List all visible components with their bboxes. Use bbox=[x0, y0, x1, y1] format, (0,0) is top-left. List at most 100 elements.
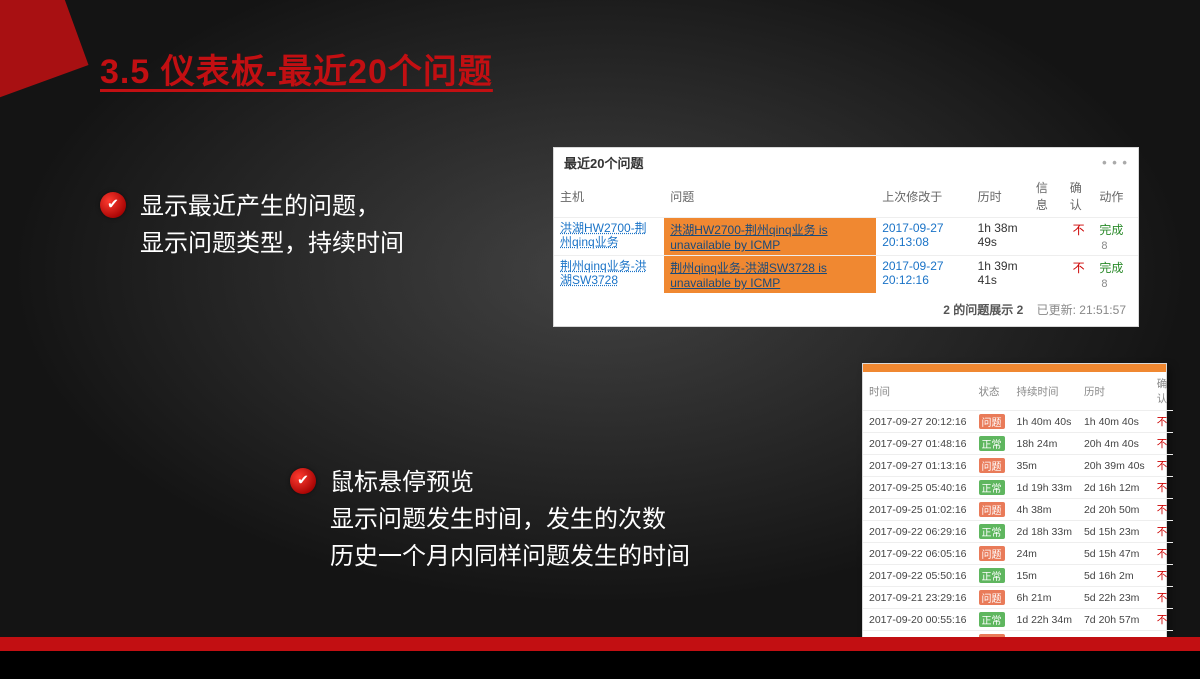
status-badge: 问题 bbox=[979, 502, 1005, 517]
host-link[interactable]: 洪湖HW2700-荆州qinq业务 bbox=[560, 221, 647, 249]
recover-cell: 35m bbox=[1011, 455, 1078, 477]
col-recover: 持续时间 bbox=[1011, 372, 1078, 411]
col-problem: 问题 bbox=[664, 175, 876, 218]
info-cell bbox=[1030, 218, 1064, 256]
ack-cell[interactable]: 不 bbox=[1064, 256, 1094, 294]
lastchange-link[interactable]: 2017-09-2720:13:08 bbox=[882, 221, 943, 249]
bullet-2: 鼠标悬停预览 显示问题发生时间，发生的次数 历史一个月内同样问题发生的时间 bbox=[290, 464, 830, 576]
status-cell: 正常 bbox=[973, 609, 1011, 631]
time-cell: 2017-09-25 01:02:16 bbox=[863, 499, 973, 521]
table-row: 2017-09-27 01:13:16问题35m20h 39m 40s不 bbox=[863, 455, 1173, 477]
duration-cell: 1h 38m 49s bbox=[972, 218, 1030, 256]
duration-cell: 5d 15h 23m bbox=[1078, 521, 1151, 543]
status-badge: 问题 bbox=[979, 546, 1005, 561]
col-status: 状态 bbox=[973, 372, 1011, 411]
tooltip-accent-bar bbox=[863, 364, 1166, 372]
col-ack: 确认 bbox=[1064, 175, 1094, 218]
status-cell: 正常 bbox=[973, 477, 1011, 499]
problem-link[interactable]: 洪湖HW2700-荆州qinq业务 is unavailable by ICMP bbox=[670, 223, 827, 252]
time-cell: 2017-09-27 20:12:16 bbox=[863, 411, 973, 433]
bullet-1-text: 显示最近产生的问题， 显示问题类型，持续时间 bbox=[140, 188, 404, 262]
recent-problems-table: 主机 问题 上次修改于 历时 信息 确认 动作 洪湖HW2700-荆州qinq业… bbox=[554, 175, 1138, 293]
table-row: 2017-09-27 20:12:16问题1h 40m 40s1h 40m 40… bbox=[863, 411, 1173, 433]
host-link[interactable]: 荆州qinq业务-洪湖SW3728 bbox=[560, 259, 647, 287]
widget-footer: 2 的问题展示 2 已更新: 21:51:57 bbox=[554, 293, 1138, 326]
check-circle-icon bbox=[100, 192, 126, 218]
duration-cell: 2d 20h 50m bbox=[1078, 499, 1151, 521]
time-cell: 2017-09-22 05:50:16 bbox=[863, 565, 973, 587]
status-cell: 正常 bbox=[973, 521, 1011, 543]
recover-cell: 15m bbox=[1011, 565, 1078, 587]
status-badge: 问题 bbox=[979, 414, 1005, 429]
col-action: 动作 bbox=[1093, 175, 1138, 218]
history-table: 时间 状态 持续时间 历时 确认 2017-09-27 20:12:16问题1h… bbox=[863, 372, 1173, 668]
ack-cell: 不 bbox=[1151, 477, 1174, 499]
bullet-1: 显示最近产生的问题， 显示问题类型，持续时间 bbox=[100, 188, 490, 262]
table-row: 2017-09-27 01:48:16正常18h 24m20h 4m 40s不 bbox=[863, 433, 1173, 455]
time-cell: 2017-09-21 23:29:16 bbox=[863, 587, 973, 609]
col-time: 时间 bbox=[863, 372, 973, 411]
check-circle-icon bbox=[290, 468, 316, 494]
status-cell: 问题 bbox=[973, 499, 1011, 521]
col-duration: 历时 bbox=[1078, 372, 1151, 411]
hover-history-tooltip: 时间 状态 持续时间 历时 确认 2017-09-27 20:12:16问题1h… bbox=[862, 363, 1167, 669]
col-duration: 历时 bbox=[972, 175, 1030, 218]
status-badge: 正常 bbox=[979, 524, 1005, 539]
recover-cell: 2d 18h 33m bbox=[1011, 521, 1078, 543]
col-lastchange: 上次修改于 bbox=[876, 175, 971, 218]
col-host: 主机 bbox=[554, 175, 664, 218]
table-row: 2017-09-25 05:40:16正常1d 19h 33m2d 16h 12… bbox=[863, 477, 1173, 499]
problem-link[interactable]: 荆州qinq业务-洪湖SW3728 is unavailable by ICMP bbox=[670, 261, 827, 290]
duration-cell: 20h 4m 40s bbox=[1078, 433, 1151, 455]
table-header-row: 主机 问题 上次修改于 历时 信息 确认 动作 bbox=[554, 175, 1138, 218]
table-row: 2017-09-20 00:55:16正常1d 22h 34m7d 20h 57… bbox=[863, 609, 1173, 631]
footer-count: 2 的问题展示 2 bbox=[943, 303, 1023, 317]
duration-cell: 7d 20h 57m bbox=[1078, 609, 1151, 631]
widget-menu-icon[interactable]: • • • bbox=[1102, 155, 1128, 170]
decor-triangle-tl bbox=[0, 0, 89, 127]
lastchange-link[interactable]: 2017-09-2720:12:16 bbox=[882, 259, 943, 287]
info-cell bbox=[1030, 256, 1064, 294]
table-header-row: 时间 状态 持续时间 历时 确认 bbox=[863, 372, 1173, 411]
action-cell: 完成 8 bbox=[1093, 218, 1138, 256]
table-row: 荆州qinq业务-洪湖SW3728 荆州qinq业务-洪湖SW3728 is un… bbox=[554, 256, 1138, 294]
status-cell: 问题 bbox=[973, 543, 1011, 565]
duration-cell: 20h 39m 40s bbox=[1078, 455, 1151, 477]
duration-cell: 2d 16h 12m bbox=[1078, 477, 1151, 499]
decor-bottom-red-bar bbox=[0, 637, 1200, 651]
action-cell: 完成 8 bbox=[1093, 256, 1138, 294]
table-row: 2017-09-22 06:05:16问题24m5d 15h 47m不 bbox=[863, 543, 1173, 565]
duration-cell: 1h 40m 40s bbox=[1078, 411, 1151, 433]
ack-cell: 不 bbox=[1151, 455, 1174, 477]
status-cell: 正常 bbox=[973, 433, 1011, 455]
ack-cell: 不 bbox=[1151, 499, 1174, 521]
ack-cell[interactable]: 不 bbox=[1064, 218, 1094, 256]
duration-cell: 5d 16h 2m bbox=[1078, 565, 1151, 587]
recover-cell: 4h 38m bbox=[1011, 499, 1078, 521]
status-cell: 正常 bbox=[973, 565, 1011, 587]
time-cell: 2017-09-27 01:48:16 bbox=[863, 433, 973, 455]
time-cell: 2017-09-27 01:13:16 bbox=[863, 455, 973, 477]
recover-cell: 24m bbox=[1011, 543, 1078, 565]
status-badge: 问题 bbox=[979, 590, 1005, 605]
ack-cell: 不 bbox=[1151, 565, 1174, 587]
status-badge: 正常 bbox=[979, 568, 1005, 583]
ack-cell: 不 bbox=[1151, 411, 1174, 433]
time-cell: 2017-09-22 06:29:16 bbox=[863, 521, 973, 543]
footer-updated: 已更新: 21:51:57 bbox=[1037, 303, 1126, 317]
status-cell: 问题 bbox=[973, 411, 1011, 433]
table-row: 2017-09-21 23:29:16问题6h 21m5d 22h 23m不 bbox=[863, 587, 1173, 609]
status-badge: 正常 bbox=[979, 436, 1005, 451]
table-row: 2017-09-22 06:29:16 正常 2d 18h 33m5d 15h 23… bbox=[863, 521, 1173, 543]
status-cell: 问题 bbox=[973, 455, 1011, 477]
ack-cell: 不 bbox=[1151, 587, 1174, 609]
bullet-2-text: 鼠标悬停预览 显示问题发生时间，发生的次数 历史一个月内同样问题发生的时间 bbox=[330, 464, 690, 576]
table-row: 洪湖HW2700-荆州qinq业务洪湖HW2700-荆州qinq业务 is un… bbox=[554, 218, 1138, 256]
recover-cell: 6h 21m bbox=[1011, 587, 1078, 609]
status-badge: 正常 bbox=[979, 480, 1005, 495]
duration-cell: 5d 15h 47m bbox=[1078, 543, 1151, 565]
widget-title: 最近20个问题 bbox=[564, 153, 643, 172]
recent-problems-widget: 最近20个问题 • • • 主机 问题 上次修改于 历时 信息 确认 动作 洪湖… bbox=[553, 147, 1139, 327]
col-ack: 确认 bbox=[1151, 372, 1174, 411]
table-row: 2017-09-25 01:02:16 问题 4h 38m2d 20h 50m不 bbox=[863, 499, 1173, 521]
